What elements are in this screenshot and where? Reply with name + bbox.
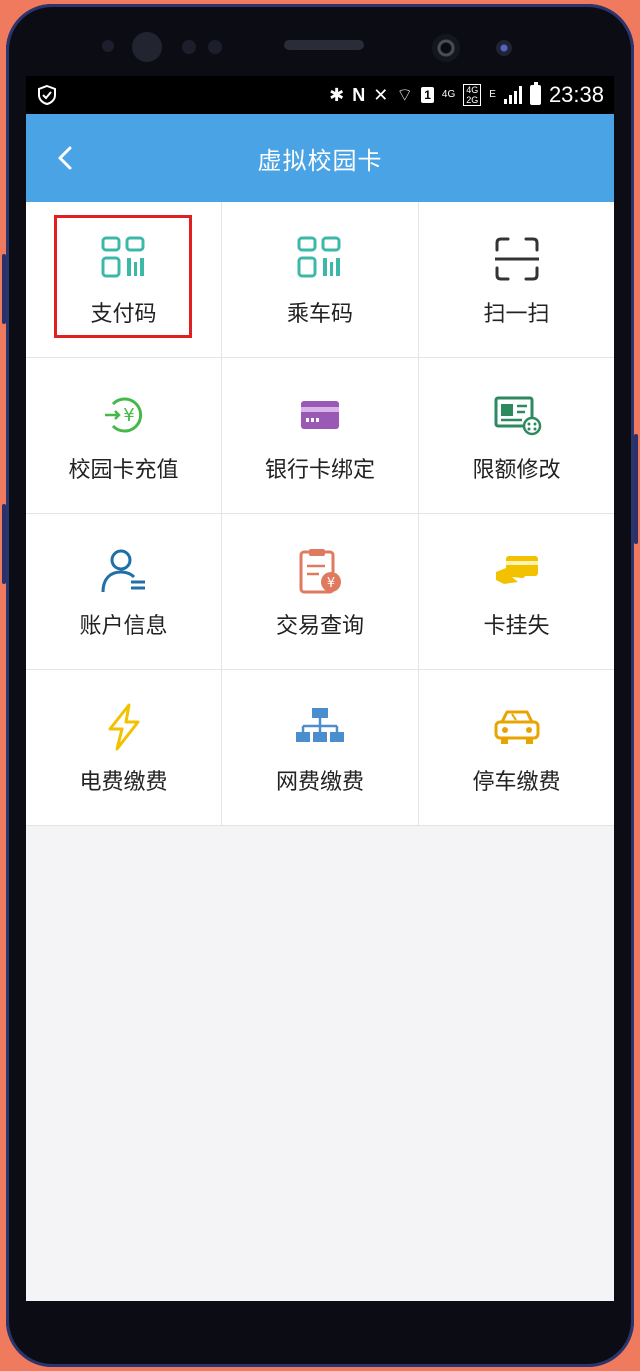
hand-card-icon: [495, 556, 538, 584]
iris-sensor: [132, 32, 162, 62]
edge-label: E: [489, 89, 496, 100]
grid-item-label: 限额修改: [472, 458, 561, 483]
shield-check-icon: [38, 84, 56, 106]
page-title: 虚拟校园卡: [257, 146, 383, 175]
grid-item-label: 卡挂失: [483, 614, 550, 639]
network-tree-icon: [296, 708, 344, 742]
grid-item-card-loss-report[interactable]: 卡挂失: [419, 514, 614, 670]
grid-item-bank-card-binding[interactable]: 银行卡绑定: [222, 358, 419, 514]
volume-button: [2, 254, 6, 324]
grid-item-label: 停车缴费: [472, 770, 561, 795]
clock: 23:38: [548, 82, 604, 107]
id-card-icon: [494, 396, 541, 436]
grid-item-label: 电费缴费: [79, 770, 168, 795]
grid-item-label: 校园卡充值: [68, 458, 179, 483]
transaction-clipboard-icon: ¥: [299, 549, 341, 594]
grid-item-payment-code[interactable]: 支付码: [26, 202, 222, 358]
bank-card-icon: [301, 401, 339, 429]
sensor-dot: [102, 40, 114, 52]
grid-item-label: 交易查询: [275, 614, 364, 639]
scan-icon: [494, 237, 539, 281]
user-account-icon: [101, 549, 145, 593]
bluetooth-icon: ✱: [329, 85, 345, 105]
sensor-dot: [182, 40, 196, 54]
grid-item-label: 网费缴费: [275, 770, 364, 795]
dual-network-badge: 4G 2G: [463, 84, 482, 106]
qr-code-icon: [297, 236, 341, 278]
grid-item-label: 扫一扫: [483, 302, 550, 327]
car-icon: [494, 710, 539, 744]
back-button[interactable]: [46, 138, 86, 178]
power-button: [634, 434, 638, 544]
mute-icon: ✕: [373, 85, 389, 105]
grid-item-transaction-query[interactable]: ¥ 交易查询: [222, 514, 419, 670]
highlight-box: [54, 215, 192, 338]
function-grid: 支付码 乘车码 扫一扫 ¥ 校园卡充值 银行卡绑定 限额修改 账户信息 ¥ 交易…: [26, 202, 614, 826]
grid-item-label: 乘车码: [286, 302, 353, 327]
svg-text:¥: ¥: [327, 576, 335, 591]
navigation-bar: 虚拟校园卡: [26, 114, 614, 202]
front-camera: [432, 34, 460, 62]
grid-item-scan[interactable]: 扫一扫: [419, 202, 614, 358]
grid-item-card-recharge[interactable]: ¥ 校园卡充值: [26, 358, 222, 514]
sensor-dot: [208, 40, 222, 54]
grid-item-label: 银行卡绑定: [264, 458, 375, 483]
grid-item-network-payment[interactable]: 网费缴费: [222, 670, 419, 826]
status-bar: ✱ N ✕ ⌔ 1 4G 4G 2G E 23:38: [26, 76, 614, 114]
recharge-yen-icon: ¥: [104, 397, 142, 433]
grid-item-account-info[interactable]: 账户信息: [26, 514, 222, 670]
sim-badge: 1: [421, 87, 434, 103]
screen: ✱ N ✕ ⌔ 1 4G 4G 2G E 23:38 虚拟校园卡 支付码 乘车码…: [26, 76, 614, 1301]
grid-item-electricity-payment[interactable]: 电费缴费: [26, 670, 222, 826]
network-label: 4G: [441, 89, 456, 100]
lightning-icon: [108, 703, 139, 751]
battery-icon: [529, 82, 541, 105]
grid-item-ride-code[interactable]: 乘车码: [222, 202, 419, 358]
camera-sensor: [496, 40, 512, 56]
grid-item-label: 账户信息: [79, 614, 168, 639]
grid-item-parking-payment[interactable]: 停车缴费: [419, 670, 614, 826]
earpiece: [284, 40, 364, 50]
chevron-left-icon: [58, 146, 72, 170]
svg-text:¥: ¥: [123, 405, 134, 426]
nfc-icon: N: [352, 85, 366, 105]
wifi-icon: ⌔: [396, 85, 414, 105]
bixby-button: [2, 504, 6, 584]
signal-icon: [503, 86, 522, 104]
grid-item-limit-modify[interactable]: 限额修改: [419, 358, 614, 514]
